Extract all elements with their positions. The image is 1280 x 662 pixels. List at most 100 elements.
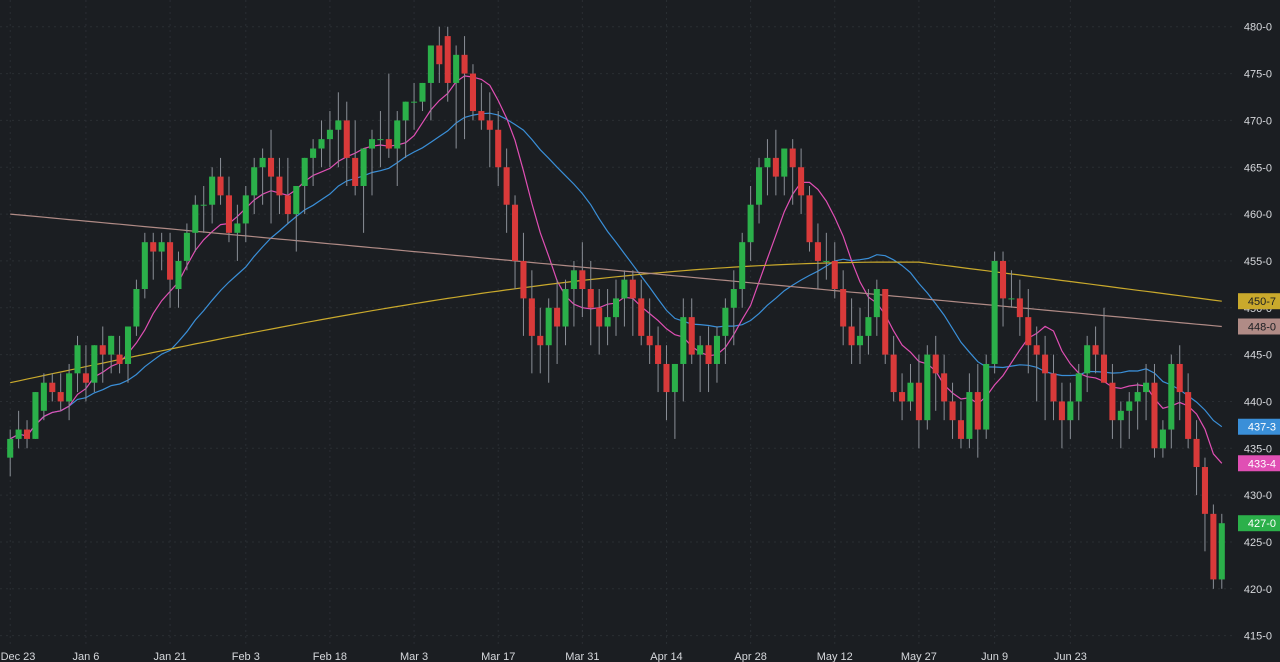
candle-body [234, 223, 241, 233]
candle-body [183, 232, 190, 261]
candle-body [722, 307, 729, 336]
candle-body [991, 260, 998, 364]
candle-body [343, 120, 350, 158]
last-price-badge: 427-0 [1238, 515, 1280, 532]
candle-body [520, 260, 527, 299]
candle-body [596, 307, 603, 327]
candle-body [419, 82, 426, 102]
candle-body [91, 345, 98, 383]
candle-body [873, 289, 880, 318]
candle-body [209, 176, 216, 205]
x-tick-label: Mar 17 [481, 651, 515, 662]
candle-body [587, 289, 594, 308]
candle-body [697, 345, 704, 355]
candle-body [293, 185, 300, 215]
candle-body [108, 335, 115, 355]
x-tick-label: Apr 14 [650, 651, 682, 662]
candle-body [158, 242, 165, 252]
candle-body [40, 382, 47, 411]
candle-body [554, 307, 561, 327]
candle-body [326, 129, 333, 140]
candle-body [225, 195, 232, 233]
candle-body [579, 270, 586, 290]
candle-body [562, 289, 569, 327]
x-tick-label: Jun 23 [1054, 651, 1087, 662]
candle-body [486, 120, 493, 130]
x-tick-label: Mar 31 [565, 651, 599, 662]
chart-canvas: 415-0420-0425-0430-0435-0440-0445-0450-0… [0, 0, 1280, 662]
candle-body [781, 148, 788, 177]
candle-body [1126, 401, 1133, 411]
series-badge: 433-4 [1238, 455, 1280, 472]
candle-body [612, 298, 620, 318]
y-tick-label: 480-0 [1244, 22, 1272, 34]
x-tick-label: Dec 23 [1, 651, 36, 662]
candle [141, 232, 148, 299]
candle-body [411, 101, 418, 103]
x-tick-label: Mar 3 [400, 651, 428, 662]
candle-body [545, 307, 552, 346]
candle-body [798, 167, 805, 196]
candle-body [1000, 260, 1007, 299]
candle-body [966, 392, 973, 439]
candle-body [646, 335, 653, 346]
candle-body [141, 242, 148, 290]
candle-body [427, 45, 434, 83]
candle-body [621, 279, 628, 299]
candle-body [705, 345, 712, 364]
candle-body [688, 317, 695, 355]
candle-body [1058, 401, 1065, 421]
candle-body [495, 129, 502, 168]
x-tick-label: Feb 3 [232, 651, 260, 662]
candle-body [242, 195, 249, 224]
candle-body [772, 157, 779, 177]
candle [924, 345, 931, 430]
candle-body [276, 176, 283, 196]
candle-body [713, 335, 720, 364]
candle-body [7, 438, 14, 458]
candle-body [1159, 429, 1166, 449]
candle-body [655, 345, 662, 364]
candle-body [747, 204, 754, 243]
candle-body [1109, 382, 1116, 421]
candle-body [739, 242, 746, 290]
candle-body [512, 204, 519, 261]
candle-body [974, 392, 981, 430]
candle-body [915, 382, 922, 421]
candle-body [310, 148, 317, 158]
candle-body [932, 354, 939, 374]
candle-body [444, 36, 451, 83]
candle-body [756, 167, 763, 205]
candle-body [57, 392, 64, 402]
candle-body [453, 54, 460, 83]
candle-body [192, 204, 199, 233]
candle-body [436, 45, 443, 65]
candle-body [1033, 345, 1040, 355]
candle-body [907, 382, 914, 402]
x-tick-label: Jun 9 [981, 651, 1008, 662]
candle-body [66, 373, 73, 402]
y-tick-label: 420-0 [1244, 584, 1272, 596]
candle-body [259, 157, 266, 168]
candle-body [1100, 354, 1108, 383]
candle-body [49, 382, 56, 393]
candle-body [865, 317, 872, 336]
candle-body [890, 354, 897, 393]
x-tick-label: Feb 18 [313, 651, 347, 662]
candle-body [856, 335, 864, 346]
x-tick-label: May 27 [901, 651, 937, 662]
candle-body [1042, 354, 1049, 374]
candle-body [360, 148, 367, 186]
candle-body [957, 420, 964, 439]
y-tick-label: 470-0 [1244, 115, 1272, 127]
candle-body [680, 317, 687, 364]
candle-body [528, 298, 535, 336]
candle [991, 251, 998, 374]
candle-body [1193, 438, 1200, 468]
candle-body [604, 317, 611, 327]
candle-body [15, 429, 22, 439]
candle-body [99, 345, 106, 355]
badge-label: 450-7 [1248, 296, 1276, 308]
y-tick-label: 445-0 [1244, 350, 1272, 362]
candle-body [814, 242, 821, 261]
